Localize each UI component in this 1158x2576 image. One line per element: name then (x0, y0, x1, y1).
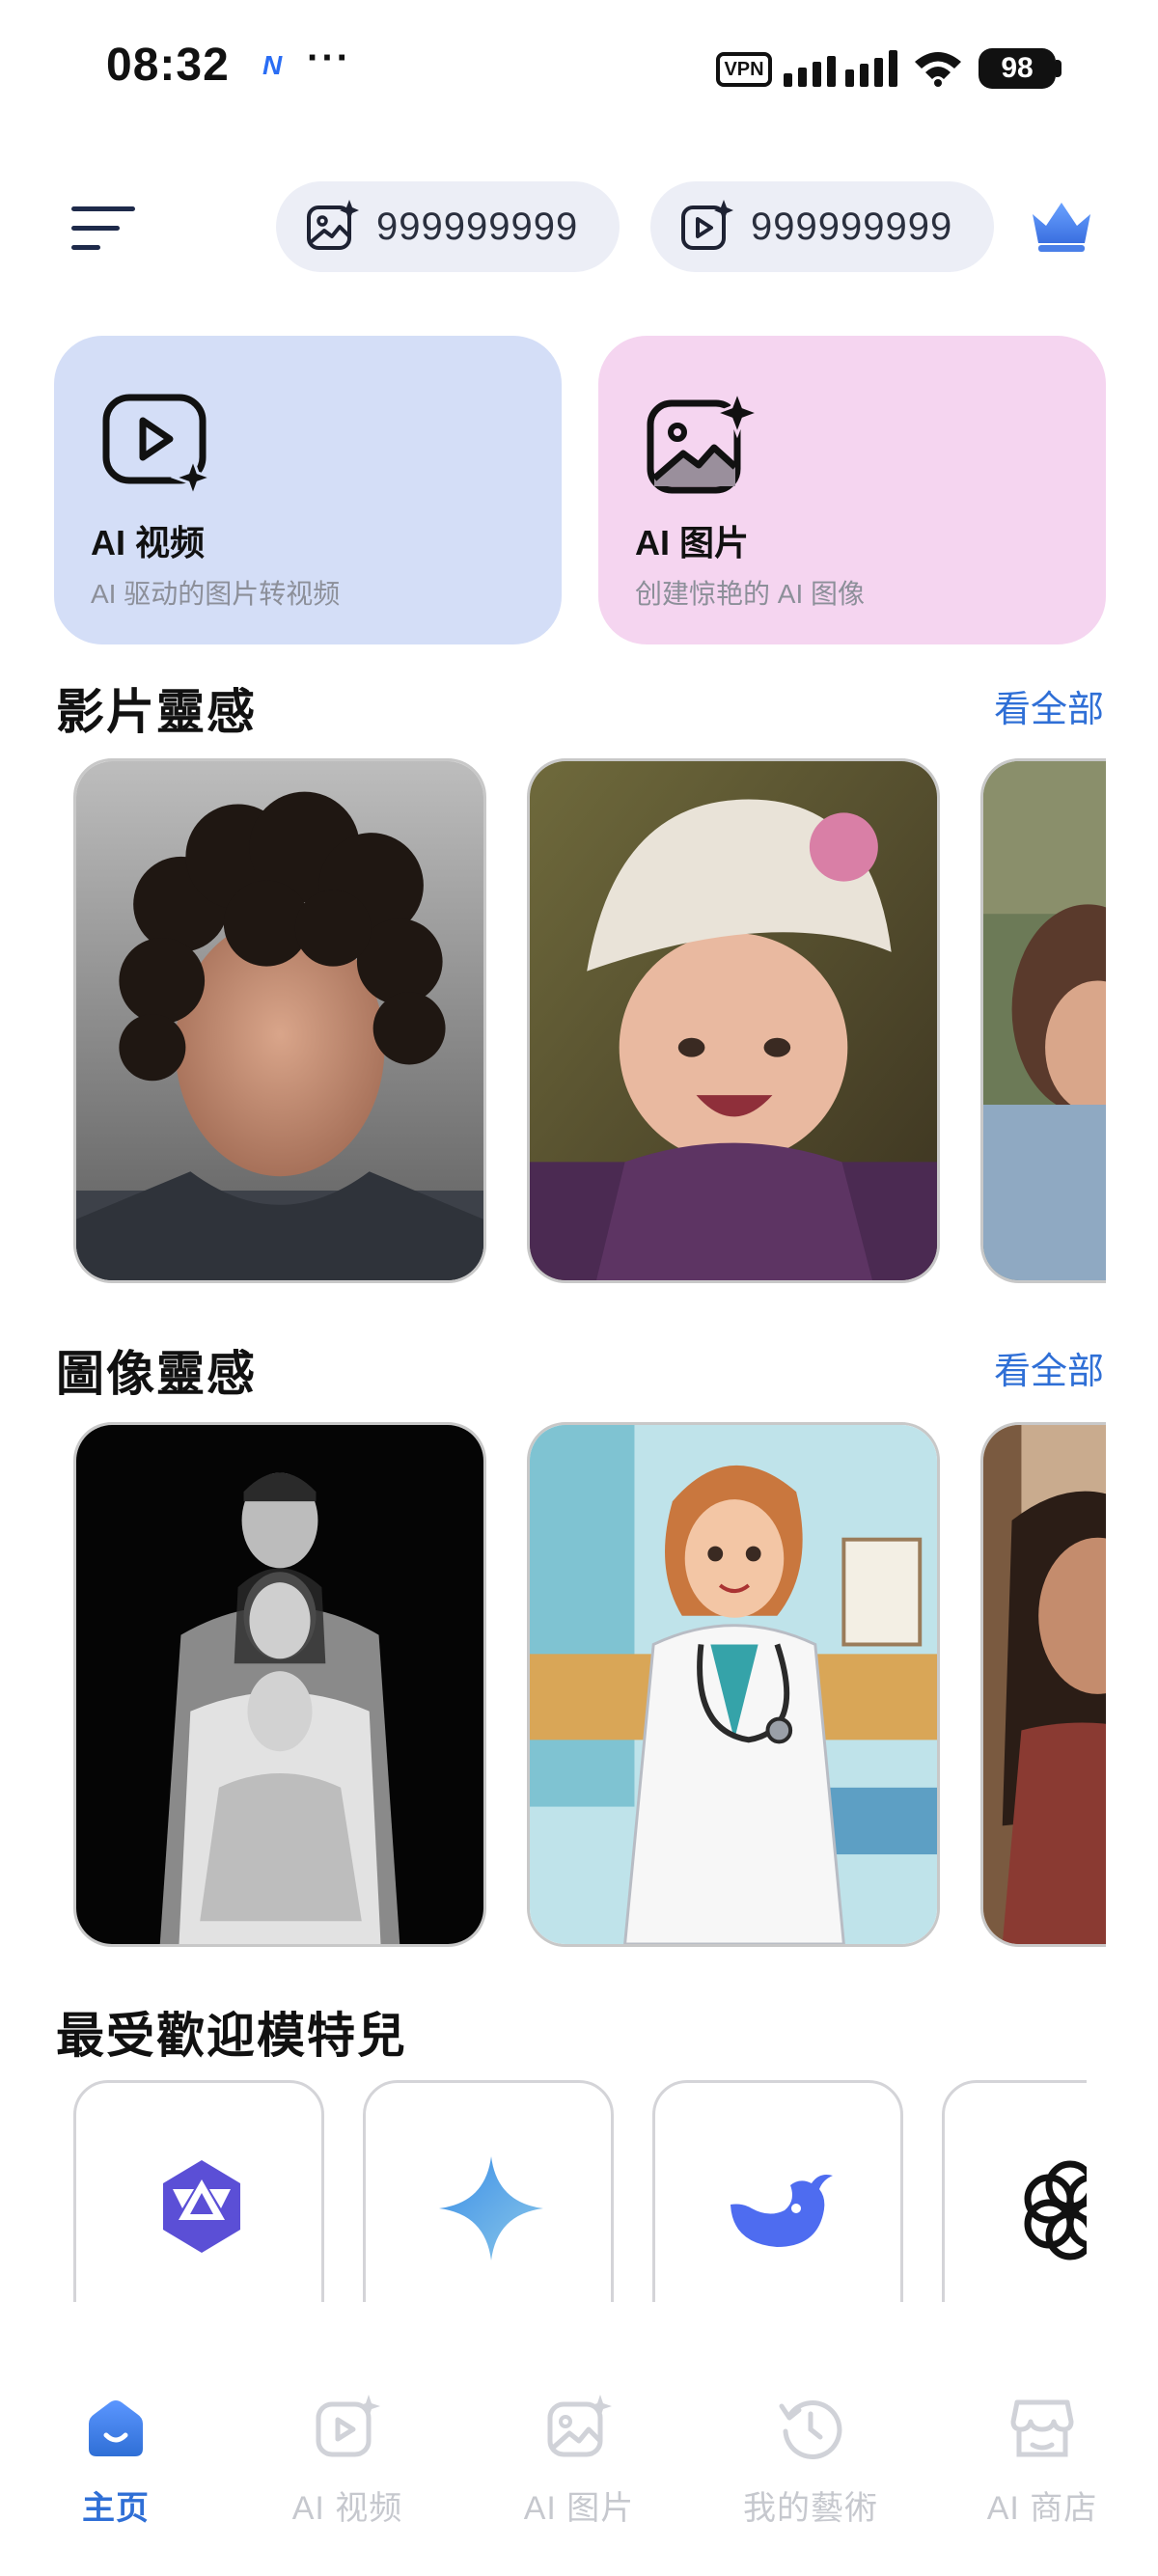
ai-video-title: AI 视频 (91, 523, 206, 562)
image-sparkle-icon (547, 2395, 612, 2457)
video-sparkle-icon (681, 200, 733, 250)
nav-ai-store-label: AI 商店 (986, 2490, 1098, 2527)
gemini-sparkle-icon (439, 2156, 543, 2261)
app-notification-icon: N (262, 50, 283, 80)
history-clock-icon (779, 2400, 842, 2459)
openai-logo-icon (1024, 2160, 1087, 2261)
ai-video-subtitle: AI 驱动的图片转视频 (91, 579, 341, 609)
model-card-openai[interactable] (942, 2080, 1087, 2302)
nav-ai-store[interactable]: AI 商店 (946, 2393, 1139, 2537)
popular-models-title: 最受歡迎模特兒 (56, 2009, 407, 2063)
woman-portrait-photo[interactable] (980, 1422, 1106, 1947)
nav-ai-video-label: AI 视频 (291, 2490, 403, 2527)
image-inspiration-title: 圖像靈感 (56, 1347, 257, 1401)
vpn-badge: VPN (716, 52, 772, 87)
video-credits-pill[interactable]: 999999999 (650, 181, 994, 272)
deepseek-whale-icon (731, 2175, 833, 2247)
crown-icon[interactable] (1027, 197, 1096, 255)
status-bar: 08:32 N ··· VPN 98 (0, 0, 1158, 145)
curly-haired-man-photo[interactable] (73, 758, 486, 1283)
model-card-deepseek[interactable] (652, 2080, 903, 2302)
nav-ai-image[interactable]: AI 图片 (482, 2393, 676, 2537)
black-white-family-portrait[interactable] (73, 1422, 486, 1947)
smiling-toddler-knit-hat-photo[interactable] (527, 758, 940, 1283)
ai-image-title: AI 图片 (635, 523, 750, 562)
hugging-people-photo[interactable] (980, 758, 1106, 1283)
nav-my-art[interactable]: 我的藝術 (714, 2393, 907, 2537)
bottom-navigation: 主页 AI 视频 AI 图片 我的藝術 AI 商店 (0, 2302, 1158, 2576)
video-inspiration-carousel[interactable] (73, 758, 1106, 1287)
model-card-gemini[interactable] (363, 2080, 614, 2302)
ai-image-subtitle: 创建惊艳的 AI 图像 (635, 579, 866, 609)
nav-ai-video[interactable]: AI 视频 (251, 2393, 444, 2537)
ai-video-card[interactable]: AI 视频 AI 驱动的图片转视频 (54, 336, 562, 644)
signal-icon (784, 50, 897, 87)
store-icon (1010, 2399, 1074, 2457)
nav-home[interactable]: 主页 (19, 2393, 212, 2537)
video-inspiration-title: 影片靈感 (56, 685, 257, 739)
qwen-logo-icon (163, 2160, 240, 2253)
popular-models-row[interactable] (73, 2080, 1087, 2302)
video-credits-count: 999999999 (751, 205, 953, 248)
battery-indicator: 98 (979, 48, 1056, 89)
video-see-all-link[interactable]: 看全部 (994, 679, 1104, 732)
image-sparkle-icon (307, 200, 359, 250)
home-icon (89, 2400, 143, 2456)
status-time: 08:32 (106, 40, 230, 91)
image-credits-count: 999999999 (376, 205, 579, 248)
ai-image-card[interactable]: AI 图片 创建惊艳的 AI 图像 (598, 336, 1106, 644)
nav-home-label: 主页 (82, 2490, 150, 2527)
image-credits-pill[interactable]: 999999999 (276, 181, 620, 272)
nav-my-art-label: 我的藝術 (743, 2490, 878, 2527)
wifi-icon (915, 52, 961, 87)
image-sparkle-icon (647, 390, 763, 494)
more-notifications-icon: ··· (307, 37, 351, 79)
image-see-all-link[interactable]: 看全部 (994, 1341, 1104, 1394)
cartoon-doctor-illustration[interactable] (527, 1422, 940, 1947)
hamburger-menu-icon[interactable] (66, 201, 143, 255)
video-sparkle-icon (102, 394, 216, 501)
battery-tip (1056, 60, 1062, 77)
model-card-qwen[interactable] (73, 2080, 324, 2302)
top-header: 999999999 999999999 (0, 174, 1158, 280)
image-inspiration-carousel[interactable] (73, 1422, 1106, 1951)
nav-ai-image-label: AI 图片 (523, 2490, 635, 2527)
video-sparkle-icon (316, 2395, 380, 2457)
